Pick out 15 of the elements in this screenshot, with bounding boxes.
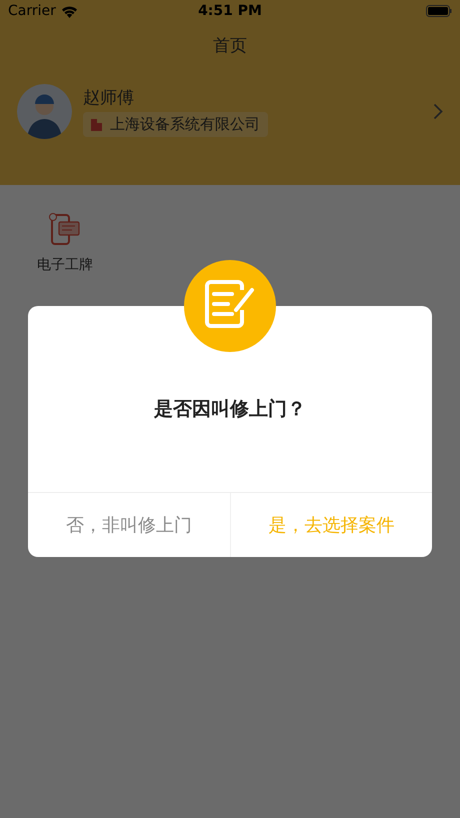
confirm-button[interactable]: 是，去选择案件 [230, 493, 432, 557]
user-name: 赵师傅 [83, 87, 135, 109]
building-icon [91, 118, 102, 131]
avatar-icon [17, 84, 72, 139]
status-time: 4:51 PM [198, 3, 262, 19]
chevron-right-icon[interactable] [433, 103, 443, 120]
page-title: 首页 [212, 35, 248, 58]
wifi-icon [60, 4, 78, 18]
dialog-message: 是否因叫修上门？ [154, 397, 306, 422]
badge-phone-icon[interactable] [48, 212, 82, 246]
battery-icon [426, 5, 452, 17]
company-name: 上海设备系统有限公司 [110, 115, 260, 134]
grid-item-label[interactable]: 电子工牌 [37, 256, 93, 274]
carrier-name: Carrier [8, 3, 56, 19]
cancel-button[interactable]: 否，非叫修上门 [28, 493, 230, 557]
